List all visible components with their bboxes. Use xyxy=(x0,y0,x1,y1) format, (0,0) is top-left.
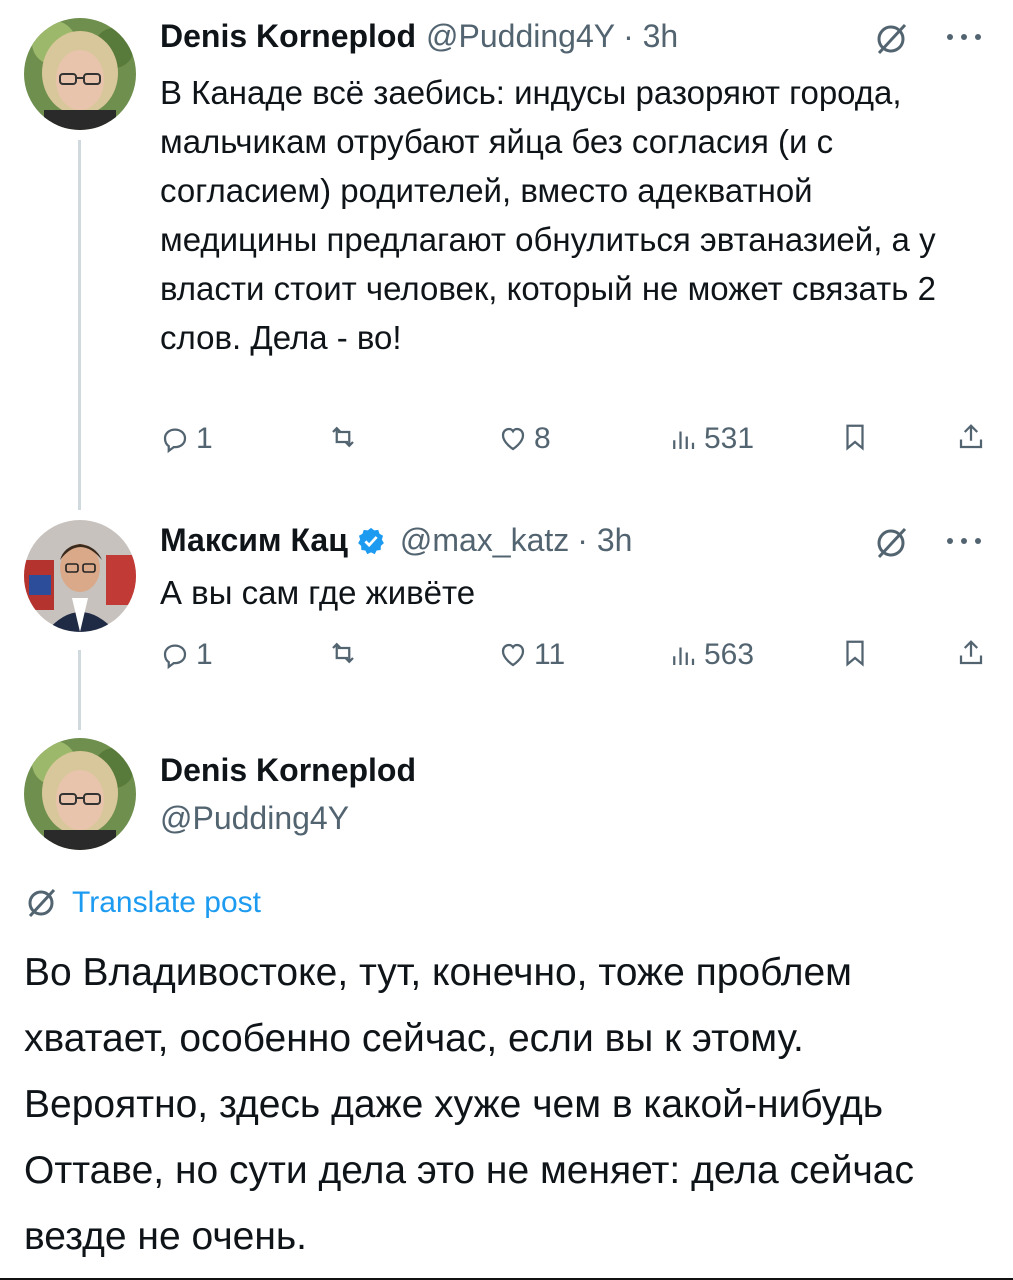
thread-line-1 xyxy=(78,140,81,510)
heart-icon xyxy=(501,643,525,667)
post-header: Максим Кац @max_katz · 3h xyxy=(160,522,632,559)
reply-icon xyxy=(163,644,187,670)
author-handle[interactable]: @Pudding4Y xyxy=(160,800,349,837)
main-post-text: Во Владивостоке, тут, конечно, тоже проб… xyxy=(24,951,914,1258)
reply-icon xyxy=(163,428,187,454)
retweet-icon xyxy=(332,426,354,448)
share-button[interactable] xyxy=(956,422,986,452)
bookmark-icon xyxy=(846,424,864,451)
like-count: 8 xyxy=(534,422,551,455)
views-count: 531 xyxy=(704,422,755,455)
more-icon[interactable] xyxy=(942,528,986,559)
author-handle[interactable]: @max_katz xyxy=(400,522,569,559)
retweet-button[interactable] xyxy=(328,422,364,452)
translate-icon xyxy=(28,888,56,918)
retweet-icon xyxy=(332,642,354,664)
reply-count: 1 xyxy=(196,422,213,455)
reply-button[interactable]: 1 xyxy=(160,638,213,672)
bookmark-button[interactable] xyxy=(840,638,870,668)
reply-count: 1 xyxy=(196,638,213,671)
like-count: 11 xyxy=(534,638,566,671)
views-button[interactable]: 563 xyxy=(668,638,754,672)
bookmark-button[interactable] xyxy=(840,422,870,452)
avatar[interactable] xyxy=(24,520,136,632)
main-post-author: Denis Korneplod xyxy=(160,752,416,789)
avatar[interactable] xyxy=(24,18,136,130)
translate-icon[interactable] xyxy=(874,22,908,61)
views-icon xyxy=(673,431,695,449)
thread-line-2 xyxy=(78,650,81,730)
bookmark-icon xyxy=(846,640,864,667)
main-post-handle-row: @Pudding4Y xyxy=(160,800,349,837)
reply-button[interactable]: 1 xyxy=(160,422,213,456)
action-bar: 1 11 563 xyxy=(160,638,990,678)
action-bar: 1 8 531 xyxy=(160,422,990,462)
like-button[interactable]: 11 xyxy=(498,638,565,672)
share-button[interactable] xyxy=(956,638,986,668)
translate-label[interactable]: Translate post xyxy=(72,886,261,920)
author-name[interactable]: Максим Кац xyxy=(160,522,348,559)
post-text: В Канаде всё заебись: индусы разоряют го… xyxy=(160,74,936,356)
like-button[interactable]: 8 xyxy=(498,422,551,456)
views-button[interactable]: 531 xyxy=(668,422,754,456)
share-icon xyxy=(959,424,983,449)
verified-badge-icon xyxy=(357,527,384,554)
share-icon xyxy=(959,640,983,665)
avatar[interactable] xyxy=(24,738,136,850)
post-time[interactable]: · 3h xyxy=(623,18,678,55)
post-text: А вы сам где живёте xyxy=(160,574,476,611)
views-count: 563 xyxy=(704,638,755,671)
post-time[interactable]: · 3h xyxy=(577,522,632,559)
author-name[interactable]: Denis Korneplod xyxy=(160,752,416,789)
translate-post-link[interactable]: Translate post xyxy=(24,886,261,920)
post-header: Denis Korneplod @Pudding4Y · 3h xyxy=(160,18,678,55)
author-name[interactable]: Denis Korneplod xyxy=(160,18,416,55)
retweet-button[interactable] xyxy=(328,638,364,668)
author-handle[interactable]: @Pudding4Y xyxy=(426,18,615,55)
views-icon xyxy=(673,647,695,665)
translate-icon[interactable] xyxy=(874,526,908,565)
heart-icon xyxy=(501,427,525,451)
more-icon[interactable] xyxy=(942,24,986,55)
